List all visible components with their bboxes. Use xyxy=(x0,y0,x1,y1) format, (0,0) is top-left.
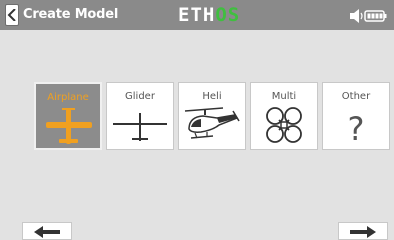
model-type-airplane[interactable]: Airplane xyxy=(34,82,102,150)
airplane-label: Airplane xyxy=(47,92,89,103)
glider-icon xyxy=(113,113,167,141)
logo-main-text: ETH xyxy=(178,4,216,26)
battery-icon xyxy=(364,10,387,22)
chevron-left-icon xyxy=(7,9,16,21)
arrow-right-icon xyxy=(350,226,376,238)
model-type-multi[interactable]: Multi xyxy=(250,82,318,150)
multi-label: Multi xyxy=(271,91,297,102)
helicopter-icon xyxy=(184,107,240,139)
title-bar: Create Model ETHOS xyxy=(0,0,394,30)
status-icons xyxy=(350,8,388,27)
page-title: Create Model xyxy=(23,7,119,22)
glider-label: Glider xyxy=(125,91,155,102)
airplane-icon xyxy=(46,108,92,144)
logo-accent-text: OS xyxy=(215,4,241,26)
heli-label: Heli xyxy=(202,91,222,102)
other-label: Other xyxy=(341,91,371,102)
other-symbol: ? xyxy=(348,110,365,145)
quadcopter-icon xyxy=(266,107,302,143)
question-mark-icon: ? xyxy=(348,110,365,145)
arrow-left-icon xyxy=(34,226,60,238)
model-type-glider[interactable]: Glider xyxy=(106,82,174,150)
create-model-screen: Create Model ETHOS Airplane Glider Heli … xyxy=(0,0,394,240)
ethos-logo: ETHOS xyxy=(178,2,240,28)
model-type-other[interactable]: Other ? xyxy=(322,82,390,150)
speaker-icon xyxy=(350,9,363,23)
back-button[interactable] xyxy=(5,4,19,26)
previous-button[interactable] xyxy=(22,222,72,240)
next-button[interactable] xyxy=(338,222,388,240)
model-type-heli[interactable]: Heli xyxy=(178,82,246,150)
